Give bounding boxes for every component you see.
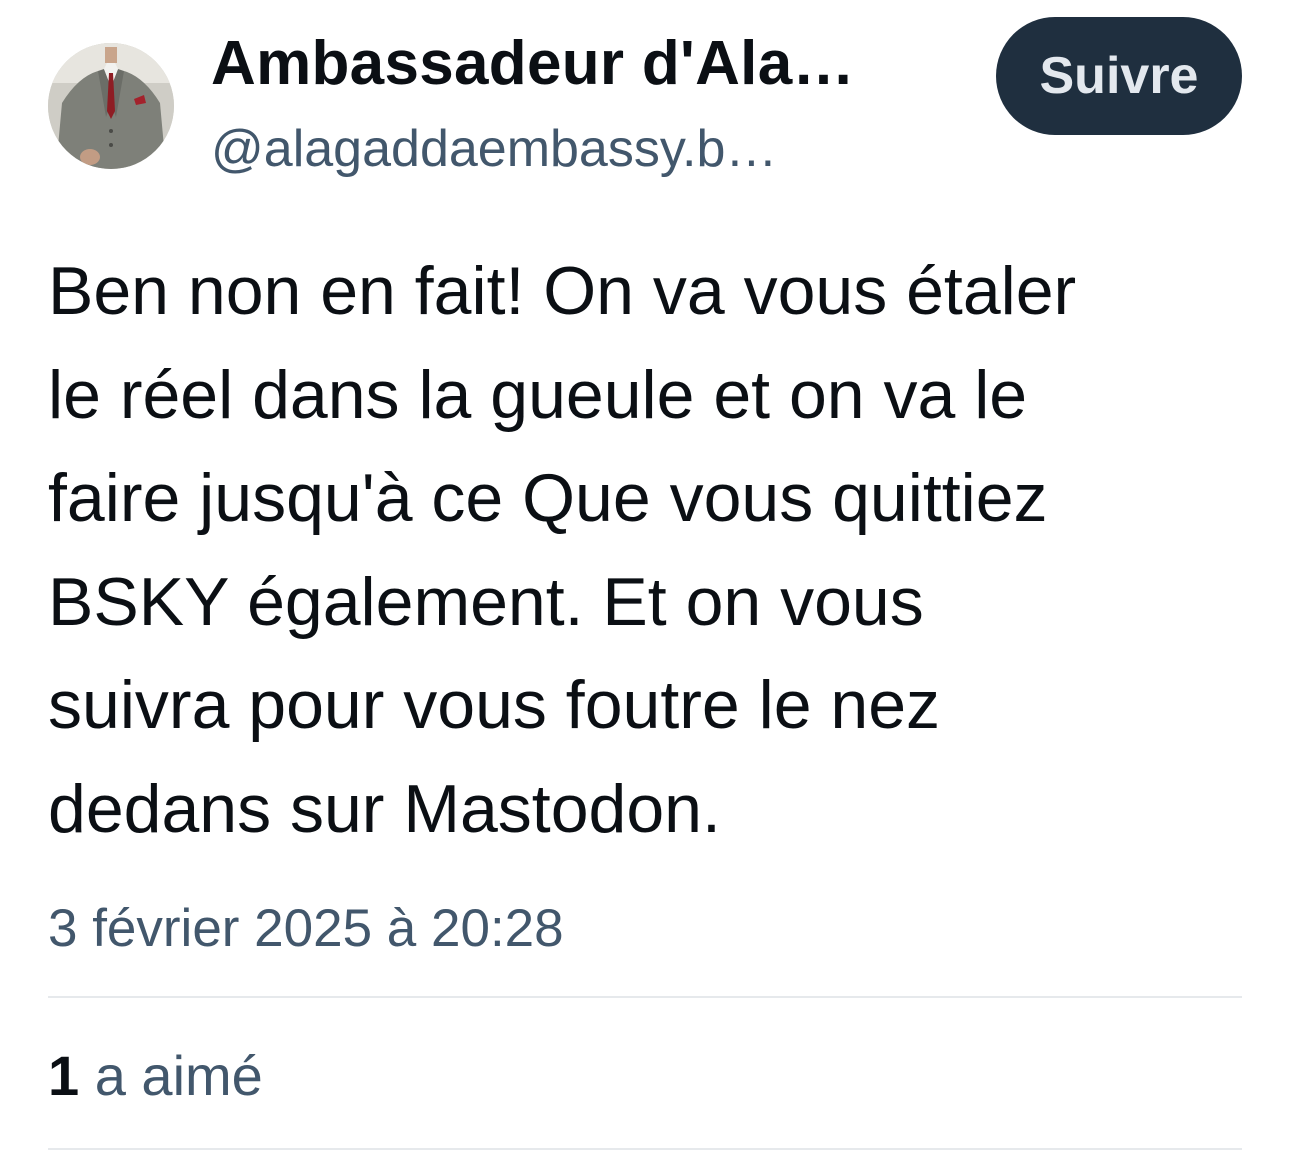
avatar[interactable] [48, 43, 174, 169]
post-text-line: Ben non en fait! On va vous étaler [48, 253, 1077, 329]
avatar-image [48, 43, 174, 169]
post-text-line: suivra pour vous foutre le nez [48, 667, 941, 743]
post-text-line: le réel dans la gueule et on va le [48, 356, 1028, 433]
author-display-name[interactable]: Ambassadeur d'Ala… [211, 26, 971, 102]
post-detail: Ambassadeur d'Ala… @alagaddaembassy.b… S… [0, 0, 1290, 1152]
post-text-line: BSKY également. Et on vous [48, 563, 924, 640]
post-text: Ben non en fait! On va vous étaler le ré… [48, 240, 1258, 861]
likes-count-link[interactable]: 1 a aimé [48, 1043, 263, 1109]
author-handle[interactable]: @alagaddaembassy.b… [211, 117, 971, 181]
likes-count: 1 [48, 1044, 80, 1107]
likes-label: a aimé [94, 1044, 263, 1107]
author-block[interactable]: Ambassadeur d'Ala… @alagaddaembassy.b… [211, 26, 971, 181]
follow-button[interactable]: Suivre [996, 17, 1242, 135]
post-text-line: dedans sur Mastodon. [48, 770, 721, 847]
post-timestamp: 3 février 2025 à 20:28 [48, 899, 564, 958]
divider [48, 1148, 1242, 1150]
divider [48, 996, 1242, 998]
post-text-line: faire jusqu'à ce Que vous quittiez [48, 460, 1048, 536]
